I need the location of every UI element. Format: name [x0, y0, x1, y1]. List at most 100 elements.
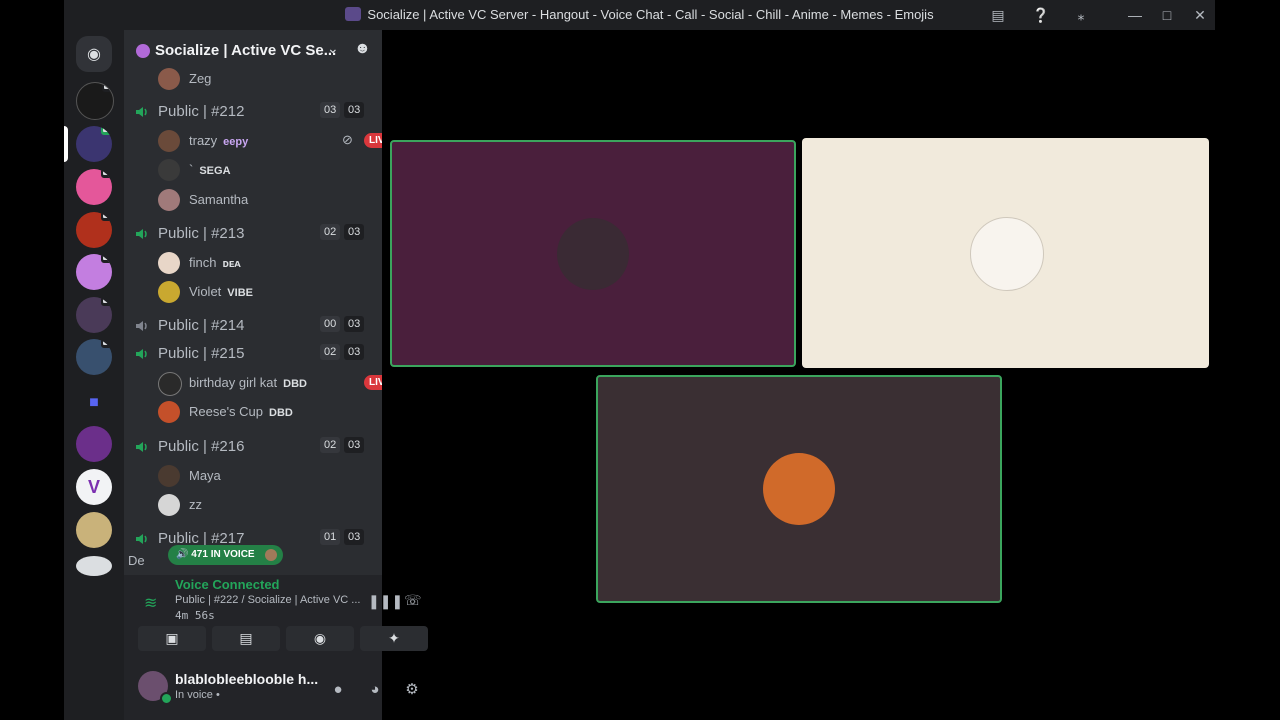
help-icon[interactable]: ❔: [1031, 5, 1051, 25]
user-limit: 03: [344, 224, 365, 240]
voice-user-trazy[interactable]: trazyeepy ⊘ LIVE: [158, 128, 382, 154]
current-username[interactable]: blablobleeblooble h...: [175, 671, 318, 687]
voice-channel-215[interactable]: Public | #215 02 03: [132, 341, 370, 367]
invite-people-icon[interactable]: ☻: [354, 40, 371, 58]
server-icon-11[interactable]: [76, 556, 112, 576]
video-tile-3[interactable]: [596, 375, 1002, 603]
camera-off-button[interactable]: ▣: [138, 626, 206, 651]
server-icon-1[interactable]: [76, 82, 114, 120]
participant-avatar: [557, 217, 629, 290]
channel-name: Public | #212: [158, 103, 245, 120]
settings-gear-icon[interactable]: ⚙: [401, 678, 423, 700]
voice-user-zeg[interactable]: Zeg: [158, 66, 370, 92]
username: trazy eepy: [189, 133, 249, 148]
avatar: [264, 549, 277, 561]
server-icon-6[interactable]: [76, 297, 112, 333]
stage-badge-icon: [102, 83, 113, 92]
username: Violet VIBE: [189, 284, 253, 299]
channel-name: Public | #215: [158, 345, 245, 362]
username: birthday girl kat DBD: [189, 375, 307, 390]
server-icon-vc[interactable]: V: [76, 469, 112, 505]
video-tile-1[interactable]: [390, 140, 796, 367]
user-status: In voice •: [175, 689, 220, 701]
maximize-button[interactable]: □: [1157, 5, 1177, 25]
voice-channel-213[interactable]: Public | #213 02 03: [132, 221, 370, 247]
username: Zeg: [189, 71, 212, 86]
server-icon-10[interactable]: [76, 512, 112, 548]
server-icon-socialize[interactable]: [76, 126, 112, 162]
folder-icon[interactable]: ■: [76, 385, 112, 421]
screen-share-button[interactable]: ▤: [212, 626, 280, 651]
server-rail: ◉ ■ V: [64, 30, 124, 720]
avatar: [158, 68, 180, 90]
channel-name: Public | #214: [158, 317, 245, 334]
voice-channel-212[interactable]: Public | #212 03 03: [132, 99, 370, 125]
user-limit: 03: [344, 529, 365, 545]
channel-name: Public | #213: [158, 225, 245, 242]
user-limit: 03: [344, 102, 365, 118]
speaker-icon: [136, 107, 147, 117]
video-tile-2[interactable]: [802, 138, 1209, 368]
discord-home-icon[interactable]: ◉: [76, 36, 112, 72]
connection-signal-icon[interactable]: ≋: [144, 593, 157, 613]
server-icon-3[interactable]: [76, 169, 112, 205]
avatar: [158, 159, 180, 181]
username: ` SEGA: [189, 162, 231, 177]
server-icon-5[interactable]: [76, 254, 112, 290]
voice-user-samantha[interactable]: Samantha: [158, 187, 370, 213]
server-name: Socialize | Active VC Se...: [155, 42, 337, 59]
disconnect-icon[interactable]: ☏: [404, 592, 422, 609]
voice-channel-214[interactable]: Public | #214 00 03: [132, 313, 370, 339]
in-voice-pill[interactable]: 🔊 471 IN VOICE: [168, 545, 283, 565]
soundboard-button[interactable]: ✦: [360, 626, 428, 651]
user-count: 00: [320, 316, 341, 332]
voice-user-violet[interactable]: Violet VIBE: [158, 279, 370, 305]
participant-avatar: [763, 453, 835, 525]
server-badge-icon: [136, 44, 150, 58]
voice-user-sega[interactable]: ` SEGA: [158, 157, 370, 183]
chevron-down-icon[interactable]: ⌄: [327, 40, 339, 57]
speaker-icon: [136, 442, 147, 452]
activities-button[interactable]: ◉: [286, 626, 354, 651]
voice-user-finch[interactable]: finch ᴅᴇᴀ: [158, 250, 370, 276]
user-limit: 03: [344, 344, 365, 360]
speaker-icon: [136, 229, 147, 239]
inbox-icon[interactable]: ▤: [988, 5, 1008, 25]
headphones-icon[interactable]: ◕: [364, 678, 386, 700]
server-icon-7[interactable]: [76, 339, 112, 375]
username: Maya: [189, 468, 221, 483]
user-panel: blablobleeblooble h... In voice • ● ◕ ⚙: [124, 660, 419, 720]
server-icon-4[interactable]: [76, 212, 112, 248]
muted-video-icon: ⊘: [342, 132, 353, 147]
close-button[interactable]: ✕: [1190, 5, 1210, 25]
role-tag: DBD: [283, 378, 307, 390]
online-status-icon: [160, 692, 173, 705]
username: Samantha: [189, 192, 249, 207]
speaker-icon: [136, 321, 147, 331]
noise-suppression-icon[interactable]: ❚❚❚: [368, 593, 403, 610]
voice-location[interactable]: Public | #222 / Socialize | Active VC ..…: [175, 594, 360, 606]
user-limit: 03: [344, 316, 365, 332]
voice-channel-216[interactable]: Public | #216 02 03: [132, 434, 370, 460]
role-tag: SEGA: [199, 165, 231, 177]
stage-badge-icon: [101, 339, 112, 348]
voice-user-reese[interactable]: Reese's Cup DBD: [158, 399, 370, 425]
voice-user-maya[interactable]: Maya ■▸: [158, 463, 370, 489]
avatar: [158, 401, 180, 423]
avatar: [158, 465, 180, 487]
title-bar: Socialize | Active VC Server - Hangout -…: [64, 0, 1215, 30]
live-badge: LIVE: [364, 375, 382, 390]
username: zz: [189, 497, 202, 512]
stage-badge-icon: [101, 297, 112, 306]
participant-avatar: [969, 217, 1044, 291]
voice-timer: 4m 56s: [175, 609, 215, 622]
minimize-button[interactable]: —: [1125, 5, 1145, 25]
sleep-icon[interactable]: ⁎: [1071, 5, 1091, 25]
microphone-icon[interactable]: ●: [327, 678, 349, 700]
voice-user-zz[interactable]: zz: [158, 492, 370, 518]
voice-user-kat[interactable]: birthday girl katDBD LIVE: [158, 370, 382, 396]
user-limit: 03: [344, 437, 365, 453]
user-count: 03: [320, 102, 341, 118]
stage-badge-icon: [101, 212, 112, 221]
server-icon-8[interactable]: [76, 426, 112, 462]
